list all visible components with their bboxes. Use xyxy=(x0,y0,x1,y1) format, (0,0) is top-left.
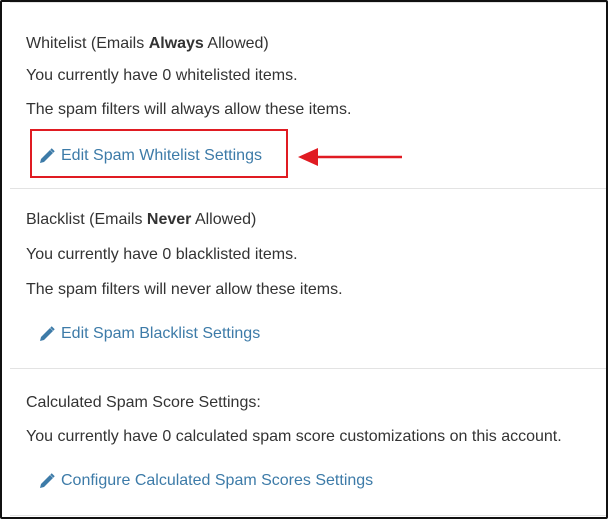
calculated-score-panel: Calculated Spam Score Settings: You curr… xyxy=(10,369,606,516)
edit-blacklist-link-label: Edit Spam Blacklist Settings xyxy=(61,325,261,342)
configure-calculated-scores-link[interactable]: Configure Calculated Spam Scores Setting… xyxy=(39,471,373,491)
configure-calculated-scores-link-label: Configure Calculated Spam Scores Setting… xyxy=(61,472,374,489)
calculated-score-title: Calculated Spam Score Settings: xyxy=(26,394,261,411)
blacklist-title-suffix: Allowed) xyxy=(191,211,257,228)
calculated-score-description: You currently have 0 calculated spam sco… xyxy=(26,428,562,445)
blacklist-title: Blacklist (Emails Never Allowed) xyxy=(26,210,256,230)
pencil-icon xyxy=(40,473,55,488)
blacklist-count: You currently have 0 blacklisted items. xyxy=(26,246,298,263)
blacklist-panel: Blacklist (Emails Never Allowed) You cur… xyxy=(10,188,606,369)
whitelist-title-suffix: Allowed) xyxy=(203,35,269,52)
spam-settings-frame: Whitelist (Emails Always Allowed) You cu… xyxy=(0,0,608,519)
whitelist-title-prefix: Whitelist (Emails xyxy=(26,35,149,52)
whitelist-count: You currently have 0 whitelisted items. xyxy=(26,67,298,84)
pencil-icon xyxy=(40,326,55,341)
blacklist-description: The spam filters will never allow these … xyxy=(26,281,343,298)
blacklist-title-prefix: Blacklist (Emails xyxy=(26,211,147,228)
whitelist-title-emphasis: Always xyxy=(148,35,204,52)
whitelist-description: The spam filters will always allow these… xyxy=(26,101,352,118)
edit-blacklist-link[interactable]: Edit Spam Blacklist Settings xyxy=(39,324,260,344)
highlight-box xyxy=(30,129,288,178)
blacklist-title-emphasis: Never xyxy=(146,211,192,228)
whitelist-title: Whitelist (Emails Always Allowed) xyxy=(26,34,269,54)
arrow-left-icon xyxy=(298,148,402,166)
